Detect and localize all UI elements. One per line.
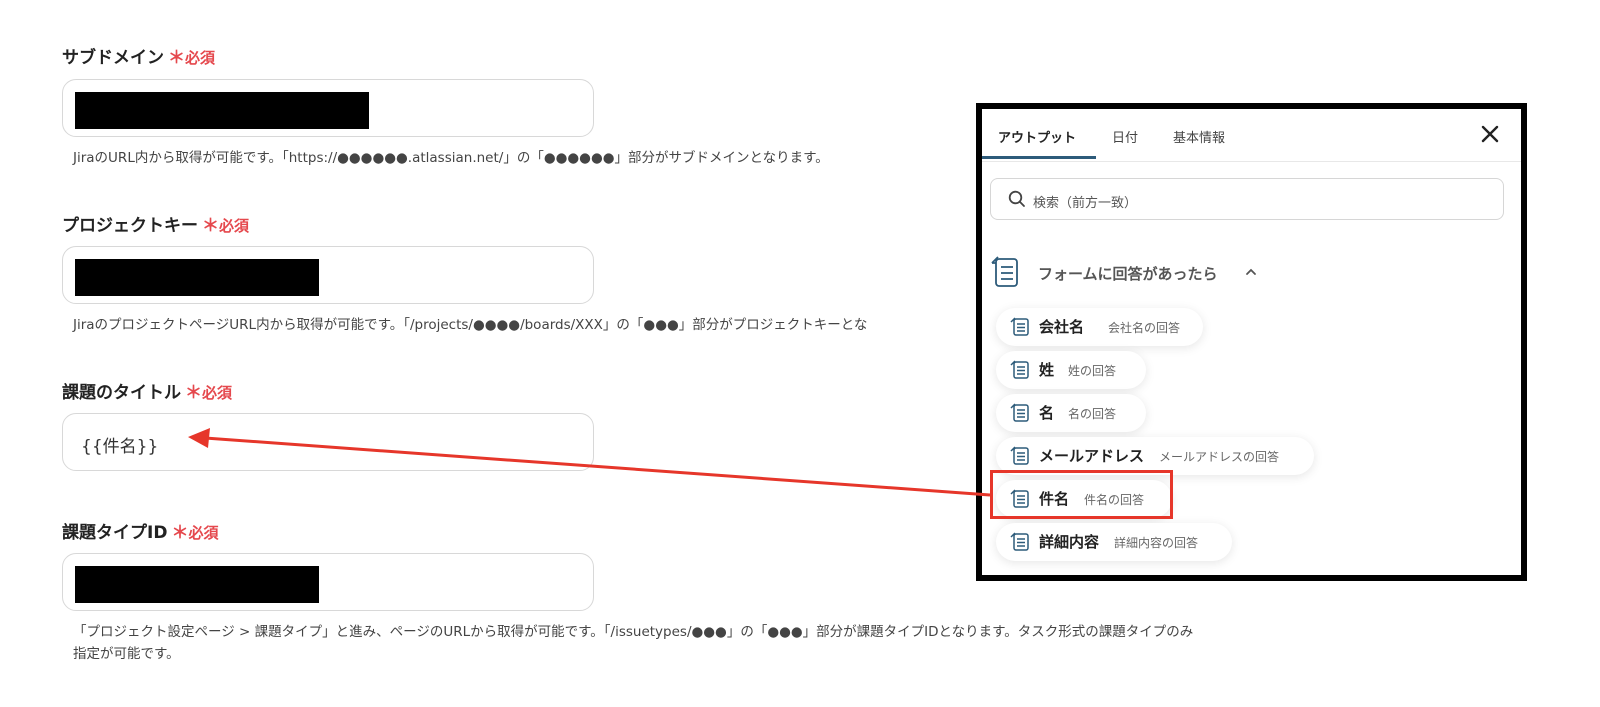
annotation-arrow bbox=[188, 428, 991, 497]
